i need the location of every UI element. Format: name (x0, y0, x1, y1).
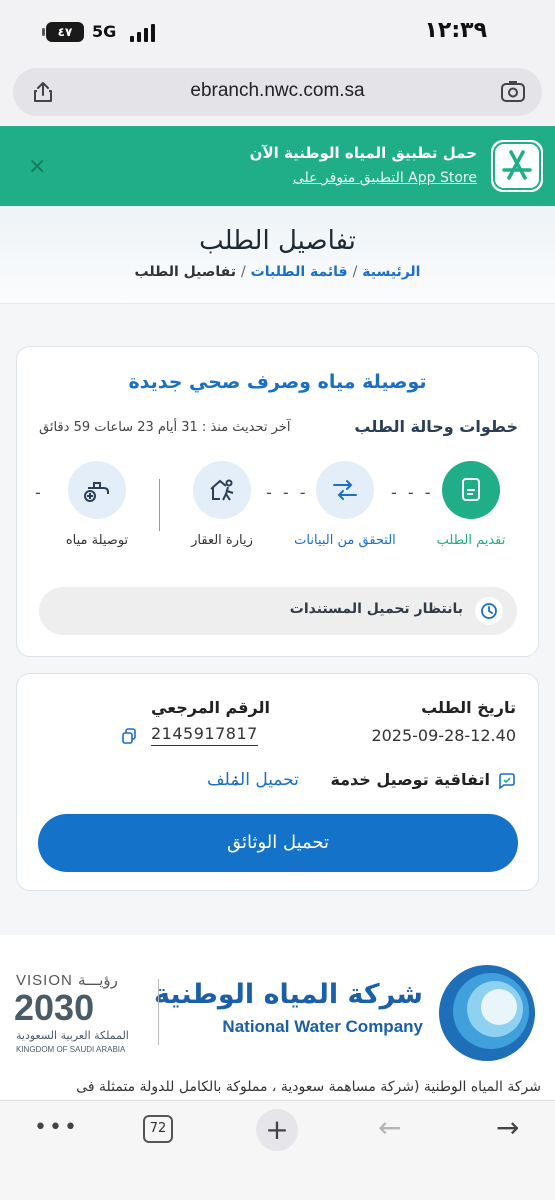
camera-scan-icon[interactable] (500, 80, 526, 104)
footer-about-text: شركة المياه الوطنية (شركة مساهمة سعودية … (76, 1079, 541, 1095)
clock-icon (475, 597, 503, 625)
kingdom-arabic: المملكة العربية السعودية (16, 1029, 129, 1042)
banner-title: حمل تطبيق المياه الوطنية الآن (249, 144, 477, 162)
step-label: التحقق من البيانات (294, 533, 396, 548)
step-water-connection: توصيلة مياه (42, 461, 152, 548)
breadcrumb-home[interactable]: الرئيسية (362, 264, 420, 280)
request-status-card: توصيلة مياه وصرف صحي جديدة خطوات وحالة ا… (16, 346, 539, 657)
steps-heading: خطوات وحالة الطلب (354, 417, 518, 436)
agreement-label: اتفاقية توصيل خدمة (330, 770, 490, 789)
vision-2030-logo: 2030 (14, 987, 95, 1028)
service-title: توصيلة مياه وصرف صحي جديدة (128, 371, 427, 393)
kingdom-english: KINGDOM OF SAUDI ARABIA (16, 1045, 126, 1054)
logo-divider (158, 979, 159, 1045)
data-flow-icon (316, 461, 374, 519)
status-text: بانتظار تحميل المستندات (289, 601, 463, 617)
step-data-verification: التحقق من البيانات (290, 461, 400, 548)
nwc-logo-icon (439, 965, 535, 1061)
step-property-visit: زيارة العقار (167, 461, 277, 548)
breadcrumb-separator: / (240, 264, 246, 280)
company-name-english: National Water Company (222, 1017, 423, 1036)
breadcrumb: الرئيسية/قائمة الطلبات/تفاصيل الطلب (0, 264, 555, 280)
breadcrumb-current: تفاصيل الطلب (134, 264, 236, 280)
step-label: زيارة العقار (191, 533, 253, 548)
breadcrumb-requests[interactable]: قائمة الطلبات (251, 264, 348, 280)
request-status-pill: بانتظار تحميل المستندات (39, 587, 517, 635)
step-label: تقديم الطلب (436, 533, 506, 548)
document-icon (442, 461, 500, 519)
reference-number-value[interactable]: 2145917817 (151, 724, 258, 746)
copy-icon[interactable] (121, 728, 137, 744)
url-text[interactable]: ebranch.nwc.com.sa (13, 80, 542, 102)
clock: ١٢:٣٩ (424, 18, 487, 43)
breadcrumb-separator: / (352, 264, 358, 280)
property-visit-icon (193, 461, 251, 519)
app-download-banner[interactable]: حمل تطبيق المياه الوطنية الآن التطبيق مت… (0, 126, 555, 206)
page-title: تفاصيل الطلب (199, 226, 356, 256)
battery-icon: ٤٧ (42, 22, 84, 42)
browser-address-area: ebranch.nwc.com.sa (0, 64, 555, 126)
new-tab-button[interactable]: + (256, 1109, 298, 1151)
back-arrow-icon[interactable]: ← (378, 1111, 401, 1144)
app-store-icon[interactable] (491, 140, 543, 192)
step-connector: - (35, 483, 44, 502)
last-update: آخر تحديث منذ : 31 أيام 23 ساعات 59 دقائ… (39, 420, 291, 435)
address-bar[interactable]: ebranch.nwc.com.sa (13, 68, 542, 116)
company-name-arabic: شركة المياه الوطنية (154, 979, 423, 1010)
network-type: 5G (92, 22, 117, 41)
reference-number-label: الرقم المرجعي (151, 698, 270, 717)
agreement-icon (499, 773, 515, 790)
signal-icon (130, 22, 155, 42)
close-icon[interactable]: × (28, 154, 46, 179)
steps-divider (159, 479, 160, 531)
request-date-label: تاريخ الطلب (421, 698, 516, 717)
water-tap-icon (68, 461, 126, 519)
footer: شركة المياه الوطنية National Water Compa… (0, 935, 555, 1100)
browser-toolbar: ••• 72 + ← → (0, 1100, 555, 1200)
step-submit: تقديم الطلب (416, 461, 526, 548)
request-date-value: 2025-09-28-12.40 (371, 726, 516, 745)
forward-arrow-icon[interactable]: → (496, 1111, 519, 1144)
request-details-card: تاريخ الطلب 2025-09-28-12.40 الرقم المرج… (16, 673, 539, 891)
upload-documents-button[interactable]: تحميل الوثائق (38, 814, 518, 872)
step-label: توصيلة مياه (65, 533, 129, 548)
download-file-link[interactable]: تحميل الملف (207, 770, 299, 790)
page-header: تفاصيل الطلب الرئيسية/قائمة الطلبات/تفاص… (0, 206, 555, 304)
tabs-button[interactable]: 72 (143, 1115, 173, 1143)
status-bar: ١٢:٣٩ ٤٧ 5G (0, 0, 555, 64)
more-icon[interactable]: ••• (34, 1115, 79, 1140)
banner-app-store-link[interactable]: التطبيق متوفر على App Store (293, 170, 477, 186)
